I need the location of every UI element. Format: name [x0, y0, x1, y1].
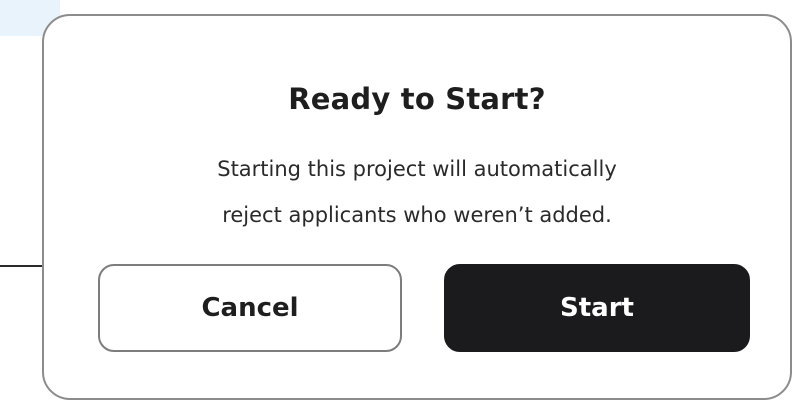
confirm-start-dialog: Ready to Start? Starting this project wi…	[42, 14, 792, 400]
dialog-message-line: reject applicants who weren’t added.	[222, 203, 612, 227]
start-button[interactable]: Start	[444, 264, 750, 352]
cancel-button-label: Cancel	[201, 293, 299, 323]
connector-line	[0, 265, 44, 267]
dialog-title: Ready to Start?	[288, 82, 546, 116]
cancel-button[interactable]: Cancel	[98, 264, 402, 352]
canvas: Ready to Start? Starting this project wi…	[0, 0, 795, 405]
start-button-label: Start	[560, 293, 634, 323]
dialog-message-line: Starting this project will automatically	[217, 157, 617, 181]
dialog-message: Starting this project will automatically…	[44, 146, 790, 238]
